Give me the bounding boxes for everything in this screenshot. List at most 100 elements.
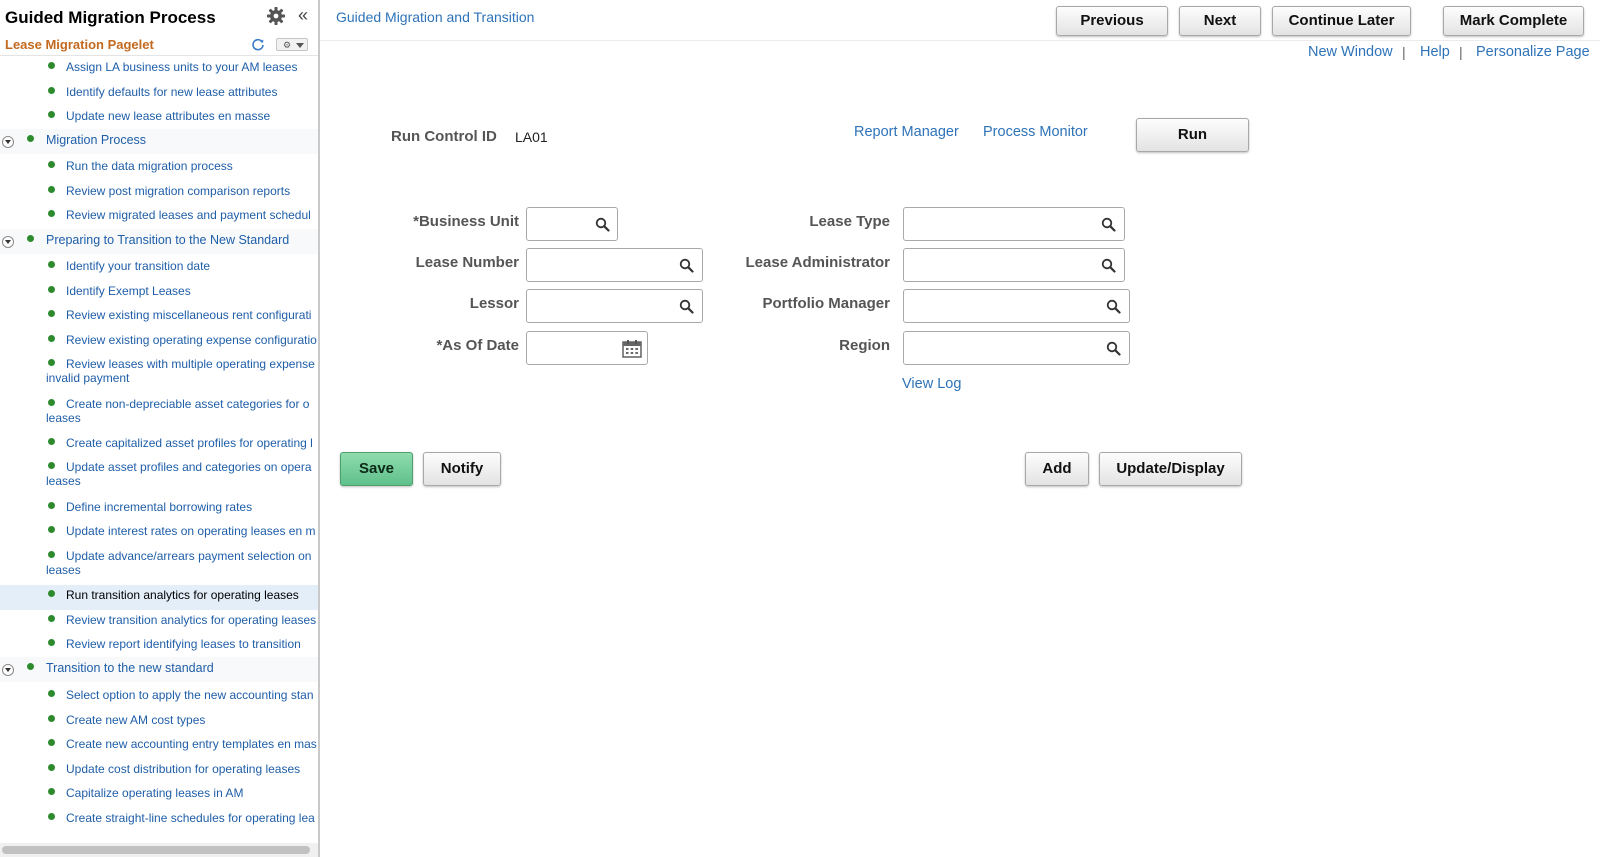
step-section[interactable]: Migration Process — [0, 129, 318, 154]
lease-type-label: Lease Type — [809, 213, 890, 230]
search-icon[interactable] — [1101, 258, 1116, 273]
step-item[interactable]: Update interest rates on operating lease… — [0, 521, 318, 546]
step-link[interactable]: Define incremental borrowing rates — [66, 500, 252, 514]
lease-number-field[interactable] — [526, 248, 703, 282]
scrollbar-thumb[interactable] — [2, 846, 310, 854]
step-link[interactable]: Run the data migration process — [66, 159, 233, 173]
step-item[interactable]: Update cost distribution for operating l… — [0, 759, 318, 784]
continue-later-button[interactable]: Continue Later — [1272, 6, 1411, 36]
step-item[interactable]: Create capitalized asset profiles for op… — [0, 433, 318, 458]
portfolio-manager-field[interactable] — [903, 289, 1130, 323]
step-link[interactable]: Update new lease attributes en masse — [66, 109, 270, 123]
step-item[interactable]: Assign LA business units to your AM leas… — [0, 57, 318, 82]
step-item[interactable]: Define incremental borrowing rates — [0, 497, 318, 522]
step-link[interactable]: Review existing miscellaneous rent confi… — [66, 308, 311, 322]
step-link[interactable]: Update cost distribution for operating l… — [66, 762, 300, 776]
step-item[interactable]: Identify Exempt Leases — [0, 281, 318, 306]
step-item[interactable]: Review leases with multiple operating ex… — [0, 354, 318, 394]
section-link[interactable]: Preparing to Transition to the New Stand… — [46, 233, 289, 247]
step-item[interactable]: Review existing miscellaneous rent confi… — [0, 305, 318, 330]
search-icon[interactable] — [679, 258, 694, 273]
step-item[interactable]: Capitalize operating leases in AM — [0, 783, 318, 808]
lessor-field[interactable] — [526, 289, 703, 323]
step-item-current[interactable]: Run transition analytics for operating l… — [0, 585, 318, 610]
step-link[interactable]: Run transition analytics for operating l… — [66, 588, 299, 602]
horizontal-scrollbar[interactable] — [0, 843, 318, 857]
gear-icon[interactable] — [266, 6, 286, 26]
step-link[interactable]: Review post migration comparison reports — [66, 184, 290, 198]
lease-type-field[interactable] — [903, 207, 1125, 241]
next-button[interactable]: Next — [1179, 6, 1261, 36]
step-link[interactable]: Update advance/arrears payment selection… — [46, 549, 318, 577]
step-section[interactable]: Transition to the new standard — [0, 657, 318, 682]
step-item[interactable]: Update new lease attributes en masse — [0, 106, 318, 131]
step-link[interactable]: Identify your transition date — [66, 259, 210, 273]
lease-administrator-field[interactable] — [903, 248, 1125, 282]
step-link[interactable]: Review leases with multiple operating ex… — [46, 357, 318, 385]
calendar-icon[interactable] — [622, 339, 642, 358]
step-item[interactable]: Select option to apply the new accountin… — [0, 685, 318, 710]
step-item[interactable]: Create new AM cost types — [0, 710, 318, 735]
step-link[interactable]: Create new AM cost types — [66, 713, 205, 727]
add-button[interactable]: Add — [1025, 452, 1089, 486]
collapse-toggle-icon[interactable] — [2, 664, 14, 676]
step-item[interactable]: Create non-depreciable asset categories … — [0, 394, 318, 434]
step-link[interactable]: Identify Exempt Leases — [66, 284, 191, 298]
step-item[interactable]: Create straight-line schedules for opera… — [0, 808, 318, 833]
step-item[interactable]: Run the data migration process — [0, 156, 318, 181]
step-item[interactable]: Review post migration comparison reports — [0, 181, 318, 206]
section-link[interactable]: Migration Process — [46, 133, 146, 147]
step-item[interactable]: Identify defaults for new lease attribut… — [0, 82, 318, 107]
search-icon[interactable] — [679, 299, 694, 314]
update-display-button[interactable]: Update/Display — [1099, 452, 1242, 486]
mark-complete-button[interactable]: Mark Complete — [1443, 6, 1584, 36]
refresh-icon[interactable] — [251, 37, 265, 51]
step-link[interactable]: Update asset profiles and categories on … — [46, 460, 318, 488]
pagelet-actions-menu[interactable]: ⚙ — [276, 38, 308, 51]
step-link[interactable]: Review existing operating expense config… — [66, 333, 317, 347]
run-button[interactable]: Run — [1136, 118, 1249, 152]
step-link[interactable]: Select option to apply the new accountin… — [66, 688, 314, 702]
previous-button[interactable]: Previous — [1056, 6, 1168, 36]
report-manager-link[interactable]: Report Manager — [854, 124, 959, 140]
step-link[interactable]: Create straight-line schedules for opera… — [66, 811, 315, 825]
collapse-panel-icon[interactable]: « — [298, 5, 308, 25]
search-icon[interactable] — [595, 217, 610, 232]
step-item[interactable]: Create new accounting entry templates en… — [0, 734, 318, 759]
step-link[interactable]: Capitalize operating leases in AM — [66, 786, 243, 800]
step-link[interactable]: Review report identifying leases to tran… — [66, 637, 301, 651]
step-link[interactable]: Create new accounting entry templates en… — [66, 737, 317, 751]
save-button[interactable]: Save — [340, 452, 413, 486]
step-item[interactable]: Review transition analytics for operatin… — [0, 610, 318, 635]
notify-button[interactable]: Notify — [423, 452, 501, 486]
collapse-toggle-icon[interactable] — [2, 236, 14, 248]
step-item[interactable]: Review report identifying leases to tran… — [0, 634, 318, 659]
view-log-link[interactable]: View Log — [902, 376, 961, 392]
new-window-link[interactable]: New Window — [1308, 44, 1393, 60]
process-monitor-link[interactable]: Process Monitor — [983, 124, 1088, 140]
step-item[interactable]: Update asset profiles and categories on … — [0, 457, 318, 497]
search-icon[interactable] — [1101, 217, 1116, 232]
help-link[interactable]: Help — [1420, 44, 1450, 60]
step-link[interactable]: Update interest rates on operating lease… — [66, 524, 315, 538]
status-dot — [48, 438, 55, 445]
section-link[interactable]: Transition to the new standard — [46, 661, 214, 675]
step-item[interactable]: Review migrated leases and payment sched… — [0, 205, 318, 230]
personalize-page-link[interactable]: Personalize Page — [1476, 44, 1590, 60]
step-link[interactable]: Review migrated leases and payment sched… — [66, 208, 311, 222]
step-link[interactable]: Create non-depreciable asset categories … — [46, 397, 318, 425]
step-item[interactable]: Review existing operating expense config… — [0, 330, 318, 355]
step-section[interactable]: Preparing to Transition to the New Stand… — [0, 229, 318, 254]
business-unit-field[interactable] — [526, 207, 618, 241]
step-item[interactable]: Update advance/arrears payment selection… — [0, 546, 318, 586]
as-of-date-field[interactable] — [526, 331, 648, 365]
search-icon[interactable] — [1106, 341, 1121, 356]
step-link[interactable]: Review transition analytics for operatin… — [66, 613, 316, 627]
step-item[interactable]: Identify your transition date — [0, 256, 318, 281]
region-field[interactable] — [903, 331, 1130, 365]
step-link[interactable]: Assign LA business units to your AM leas… — [66, 60, 297, 74]
step-link[interactable]: Create capitalized asset profiles for op… — [66, 436, 313, 450]
search-icon[interactable] — [1106, 299, 1121, 314]
collapse-toggle-icon[interactable] — [2, 136, 14, 148]
step-link[interactable]: Identify defaults for new lease attribut… — [66, 85, 277, 99]
